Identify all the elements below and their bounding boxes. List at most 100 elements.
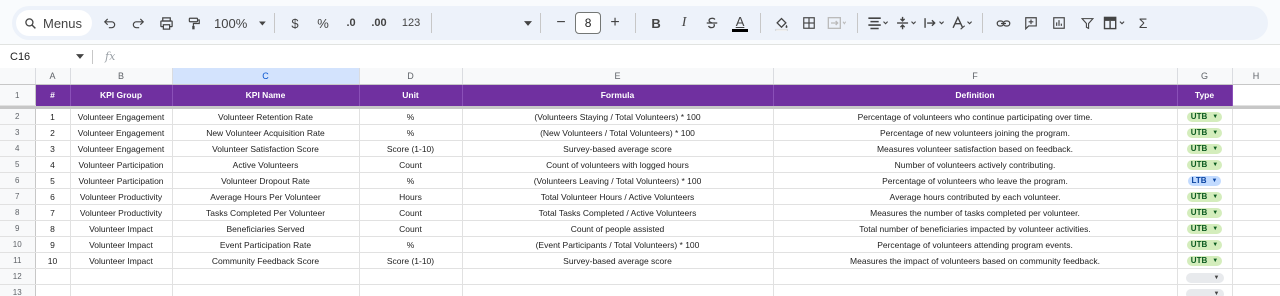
cell-type[interactable]: UTB ▼ — [1177, 220, 1233, 237]
type-dropdown-chip[interactable]: UTB ▼ — [1186, 111, 1223, 122]
cell-definition[interactable]: Percentage of volunteers attending progr… — [773, 236, 1178, 253]
cell[interactable] — [1232, 252, 1280, 269]
cell-kpi-name[interactable]: Volunteer Retention Rate — [172, 109, 360, 125]
header-cell-unit[interactable]: Unit — [359, 84, 463, 106]
cell-type[interactable]: UTB ▼ — [1177, 140, 1233, 157]
increase-font-size-button[interactable]: + — [603, 10, 627, 36]
column-header-b[interactable]: B — [70, 68, 173, 85]
cell-type[interactable]: ▼ — [1177, 284, 1233, 296]
header-cell-formula[interactable]: Formula — [462, 84, 774, 106]
cell[interactable] — [1232, 236, 1280, 253]
cell[interactable] — [359, 284, 463, 296]
cell-unit[interactable]: % — [359, 109, 463, 125]
header-cell-definition[interactable]: Definition — [773, 84, 1178, 106]
cell-formula[interactable]: (New Volunteers / Total Volunteers) * 10… — [462, 124, 774, 141]
cell[interactable] — [35, 284, 71, 296]
cell-unit[interactable]: Count — [359, 220, 463, 237]
cell-formula[interactable]: (Volunteers Staying / Total Volunteers) … — [462, 109, 774, 125]
cell-kpi-group[interactable]: Volunteer Participation — [70, 156, 173, 173]
insert-chart-button[interactable] — [1047, 10, 1071, 36]
filter-button[interactable] — [1075, 10, 1099, 36]
cell-type[interactable]: ▼ — [1177, 268, 1233, 285]
cell-kpi-name[interactable]: Volunteer Satisfaction Score — [172, 140, 360, 157]
header-cell-number[interactable]: # — [35, 84, 71, 106]
cell-type[interactable]: UTB ▼ — [1177, 124, 1233, 141]
cell-definition[interactable]: Measures volunteer satisfaction based on… — [773, 140, 1178, 157]
type-dropdown-chip[interactable]: UTB ▼ — [1186, 207, 1223, 218]
filter-views-button[interactable] — [1103, 10, 1127, 36]
currency-format-button[interactable]: $ — [283, 10, 307, 36]
type-dropdown-chip[interactable]: UTB ▼ — [1186, 143, 1223, 154]
cell-definition[interactable]: Total number of beneficiaries impacted b… — [773, 220, 1178, 237]
type-dropdown-chip[interactable]: ▼ — [1185, 288, 1224, 296]
row-header[interactable]: 11 — [0, 252, 36, 269]
cell-number[interactable]: 9 — [35, 236, 71, 253]
cell[interactable] — [1232, 140, 1280, 157]
row-header[interactable]: 9 — [0, 220, 36, 237]
cell[interactable] — [1232, 188, 1280, 205]
cell-kpi-group[interactable]: Volunteer Impact — [70, 220, 173, 237]
cell-formula[interactable]: Survey-based average score — [462, 252, 774, 269]
menus-search-button[interactable]: Menus — [16, 10, 93, 36]
cell-unit[interactable]: Score (1-10) — [359, 252, 463, 269]
cell-definition[interactable]: Number of volunteers actively contributi… — [773, 156, 1178, 173]
cell[interactable] — [1232, 84, 1280, 106]
cell[interactable] — [773, 284, 1178, 296]
cell-unit[interactable]: % — [359, 236, 463, 253]
cell-kpi-group[interactable]: Volunteer Engagement — [70, 140, 173, 157]
cell-formula[interactable]: (Event Participants / Total Volunteers) … — [462, 236, 774, 253]
cell-number[interactable]: 5 — [35, 172, 71, 189]
cell-unit[interactable]: % — [359, 172, 463, 189]
cell-formula[interactable]: (Volunteers Leaving / Total Volunteers) … — [462, 172, 774, 189]
cell-number[interactable]: 8 — [35, 220, 71, 237]
insert-comment-button[interactable] — [1019, 10, 1043, 36]
header-cell-kpi-group[interactable]: KPI Group — [70, 84, 173, 106]
cell[interactable] — [70, 284, 173, 296]
type-dropdown-chip[interactable]: UTB ▼ — [1186, 159, 1223, 170]
type-dropdown-chip[interactable]: ▼ — [1185, 272, 1224, 283]
paint-format-button[interactable] — [182, 10, 206, 36]
cell[interactable] — [70, 268, 173, 285]
decrease-decimal-button[interactable]: .0 — [339, 10, 363, 36]
row-header[interactable]: 10 — [0, 236, 36, 253]
cell[interactable] — [1232, 156, 1280, 173]
cell-kpi-group[interactable]: Volunteer Participation — [70, 172, 173, 189]
font-family-select[interactable] — [440, 10, 533, 36]
cell-type[interactable]: UTB ▼ — [1177, 236, 1233, 253]
cell-unit[interactable]: % — [359, 124, 463, 141]
row-header[interactable]: 8 — [0, 204, 36, 221]
select-all-corner[interactable] — [0, 68, 36, 85]
cell[interactable] — [359, 268, 463, 285]
merge-cells-button[interactable] — [825, 10, 849, 36]
cell[interactable] — [1232, 284, 1280, 296]
type-dropdown-chip[interactable]: UTB ▼ — [1186, 239, 1223, 250]
cell-number[interactable]: 4 — [35, 156, 71, 173]
cell-definition[interactable]: Measures the number of tasks completed p… — [773, 204, 1178, 221]
column-header-h[interactable]: H — [1232, 68, 1280, 85]
column-header-a[interactable]: A — [35, 68, 71, 85]
cell-kpi-name[interactable]: Beneficiaries Served — [172, 220, 360, 237]
insert-link-button[interactable] — [991, 10, 1015, 36]
cell-formula[interactable]: Total Volunteer Hours / Active Volunteer… — [462, 188, 774, 205]
type-dropdown-chip[interactable]: UTB ▼ — [1186, 255, 1223, 266]
cell[interactable] — [1232, 204, 1280, 221]
cell-kpi-name[interactable]: Tasks Completed Per Volunteer — [172, 204, 360, 221]
undo-button[interactable] — [98, 10, 122, 36]
cell-type[interactable]: UTB ▼ — [1177, 109, 1233, 125]
vertical-align-button[interactable] — [894, 10, 918, 36]
percent-format-button[interactable]: % — [311, 10, 335, 36]
type-dropdown-chip[interactable]: UTB ▼ — [1186, 223, 1223, 234]
decrease-font-size-button[interactable]: − — [549, 10, 573, 36]
row-header[interactable]: 12 — [0, 268, 36, 285]
zoom-select[interactable]: 100% — [210, 10, 267, 36]
cell-number[interactable]: 7 — [35, 204, 71, 221]
row-header[interactable]: 13 — [0, 284, 36, 296]
cell-kpi-group[interactable]: Volunteer Productivity — [70, 204, 173, 221]
cell-type[interactable]: UTB ▼ — [1177, 156, 1233, 173]
print-button[interactable] — [154, 10, 178, 36]
cell[interactable] — [172, 268, 360, 285]
cell-type[interactable]: UTB ▼ — [1177, 188, 1233, 205]
cell[interactable] — [1232, 124, 1280, 141]
text-rotation-button[interactable] — [950, 10, 974, 36]
text-color-button[interactable]: A — [728, 10, 752, 36]
